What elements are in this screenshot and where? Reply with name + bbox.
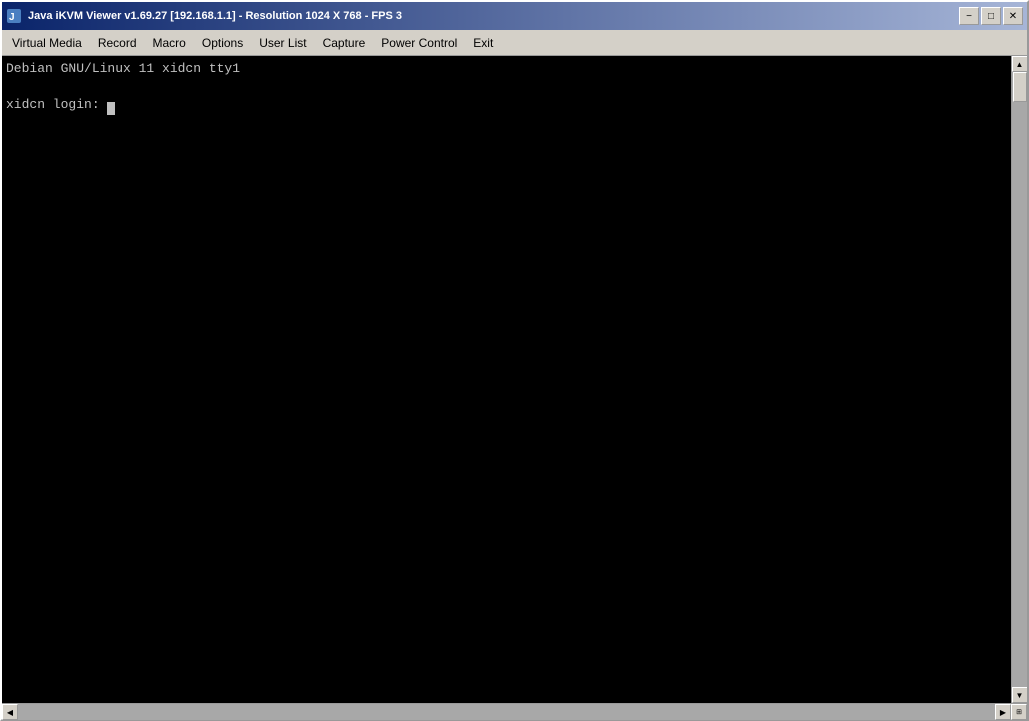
svg-text:J: J [9, 12, 15, 23]
terminal-line2 [6, 79, 14, 94]
terminal-line3: xidcn login: [6, 97, 107, 112]
terminal-display[interactable]: Debian GNU/Linux 11 xidcn tty1 xidcn log… [2, 56, 1011, 703]
horizontal-scrollbar[interactable]: ◀ ▶ ⊞ [2, 703, 1027, 719]
window-title: Java iKVM Viewer v1.69.27 [192.168.1.1] … [28, 10, 402, 22]
window-controls: − □ ✕ [959, 7, 1023, 25]
menu-bar: Virtual Media Record Macro Options User … [2, 30, 1027, 56]
menu-record[interactable]: Record [90, 33, 145, 53]
scroll-right-button[interactable]: ▶ [995, 704, 1011, 720]
title-bar-left: J Java iKVM Viewer v1.69.27 [192.168.1.1… [6, 8, 402, 24]
scroll-track-horizontal[interactable] [18, 704, 995, 720]
scroll-down-button[interactable]: ▼ [1012, 687, 1028, 703]
main-window: J Java iKVM Viewer v1.69.27 [192.168.1.1… [0, 0, 1029, 721]
menu-user-list[interactable]: User List [251, 33, 314, 53]
scroll-track-vertical[interactable] [1012, 72, 1028, 687]
menu-power-control[interactable]: Power Control [373, 33, 465, 53]
terminal-cursor [107, 102, 115, 115]
title-bar: J Java iKVM Viewer v1.69.27 [192.168.1.1… [2, 2, 1027, 30]
scroll-thumb-vertical[interactable] [1013, 72, 1027, 102]
content-area: Debian GNU/Linux 11 xidcn tty1 xidcn log… [2, 56, 1027, 703]
app-icon: J [6, 8, 22, 24]
restore-button[interactable]: □ [981, 7, 1001, 25]
minimize-button[interactable]: − [959, 7, 979, 25]
menu-virtual-media[interactable]: Virtual Media [4, 33, 90, 53]
vertical-scrollbar[interactable]: ▲ ▼ [1011, 56, 1027, 703]
close-button[interactable]: ✕ [1003, 7, 1023, 25]
menu-macro[interactable]: Macro [145, 33, 194, 53]
scroll-grip: ⊞ [1011, 704, 1027, 720]
terminal-line1: Debian GNU/Linux 11 xidcn tty1 [6, 61, 240, 76]
menu-options[interactable]: Options [194, 33, 251, 53]
scroll-left-button[interactable]: ◀ [2, 704, 18, 720]
menu-capture[interactable]: Capture [315, 33, 374, 53]
menu-exit[interactable]: Exit [465, 33, 501, 53]
scroll-up-button[interactable]: ▲ [1012, 56, 1028, 72]
